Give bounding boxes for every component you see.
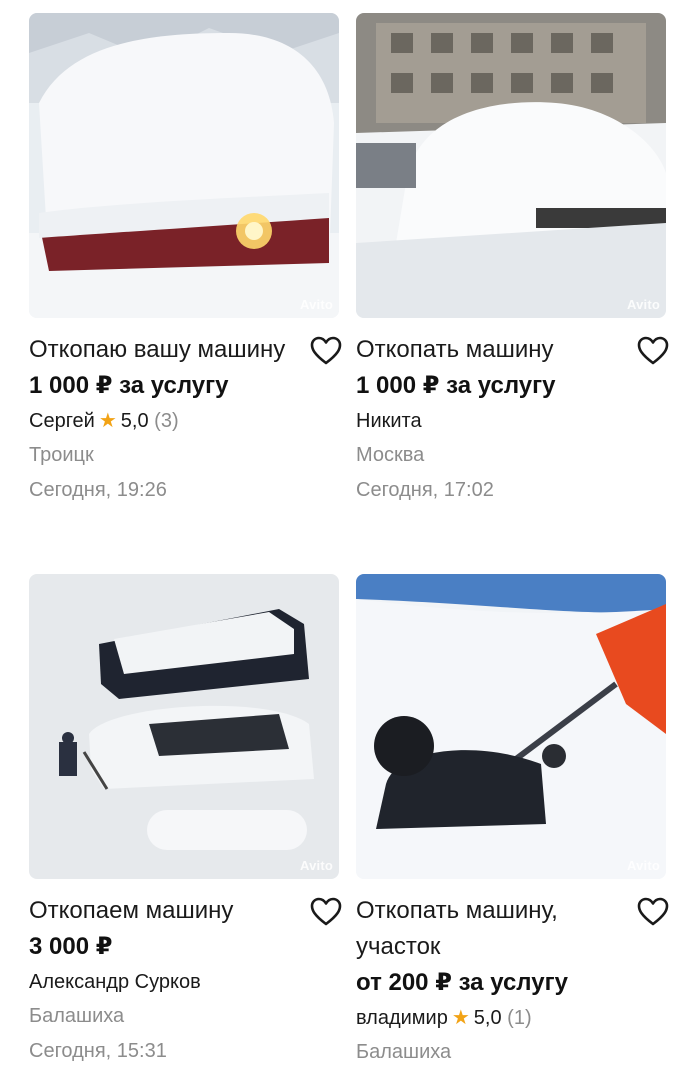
star-icon: ★ <box>451 1007 470 1029</box>
favorite-heart-icon[interactable] <box>636 334 670 368</box>
listing-card[interactable]: Avito Откопать машину, участок от 200 ₽ … <box>356 574 669 1070</box>
listing-photo[interactable]: Avito <box>29 13 339 318</box>
review-count: (3) <box>154 410 179 432</box>
star-icon: ★ <box>98 410 117 432</box>
listing-price: 3 000 ₽ <box>29 933 113 960</box>
listing-photo[interactable]: Avito <box>356 13 666 318</box>
listing-date: Сегодня, 15:31 <box>29 1040 167 1062</box>
seller-info: Сергей ★ 5,0 (3) <box>29 404 339 438</box>
listing-date: Сегодня, 19:26 <box>29 479 167 501</box>
favorite-heart-icon[interactable] <box>309 895 343 929</box>
review-count: (1) <box>507 1007 532 1029</box>
seller-name: владимир <box>356 1007 448 1029</box>
avito-watermark: Avito <box>299 858 333 873</box>
listing-price: 1 000 ₽ за услугу <box>356 372 556 399</box>
listing-card[interactable]: Avito Откопаю вашу машину 1 000 ₽ за усл… <box>29 13 342 508</box>
seller-info: владимир ★ 5,0 (1) <box>356 1001 666 1035</box>
favorite-heart-icon[interactable] <box>636 895 670 929</box>
seller-name: Никита <box>356 410 422 432</box>
seller-rating: 5,0 <box>473 1007 502 1029</box>
listing-title[interactable]: Откопать машину <box>356 332 622 368</box>
listing-photo[interactable]: Avito <box>29 574 339 879</box>
listing-card[interactable]: Avito Откопать машину 1 000 ₽ за услугу … <box>356 13 669 508</box>
avito-watermark: Avito <box>626 858 660 873</box>
favorite-heart-icon[interactable] <box>309 334 343 368</box>
listing-card[interactable]: Avito Откопаем машину 3 000 ₽ Александр … <box>29 574 342 1069</box>
listing-photo[interactable]: Avito <box>356 574 666 879</box>
listing-title[interactable]: Откопать машину, участок <box>356 893 622 965</box>
avito-watermark: Avito <box>299 297 333 312</box>
listing-location: Троицк <box>29 444 94 466</box>
listing-price: от 200 ₽ за услугу <box>356 969 568 996</box>
listing-date: Сегодня, 17:02 <box>356 479 494 501</box>
seller-name: Александр Сурков <box>29 971 201 993</box>
listing-title[interactable]: Откопаю вашу машину <box>29 332 295 368</box>
listing-price: 1 000 ₽ за услугу <box>29 372 229 399</box>
avito-watermark: Avito <box>626 297 660 312</box>
seller-rating: 5,0 <box>120 410 149 432</box>
listing-location: Балашиха <box>356 1041 452 1063</box>
listing-location: Балашиха <box>29 1005 125 1027</box>
seller-name: Сергей <box>29 410 95 432</box>
listing-location: Москва <box>356 444 425 466</box>
listing-title[interactable]: Откопаем машину <box>29 893 295 929</box>
